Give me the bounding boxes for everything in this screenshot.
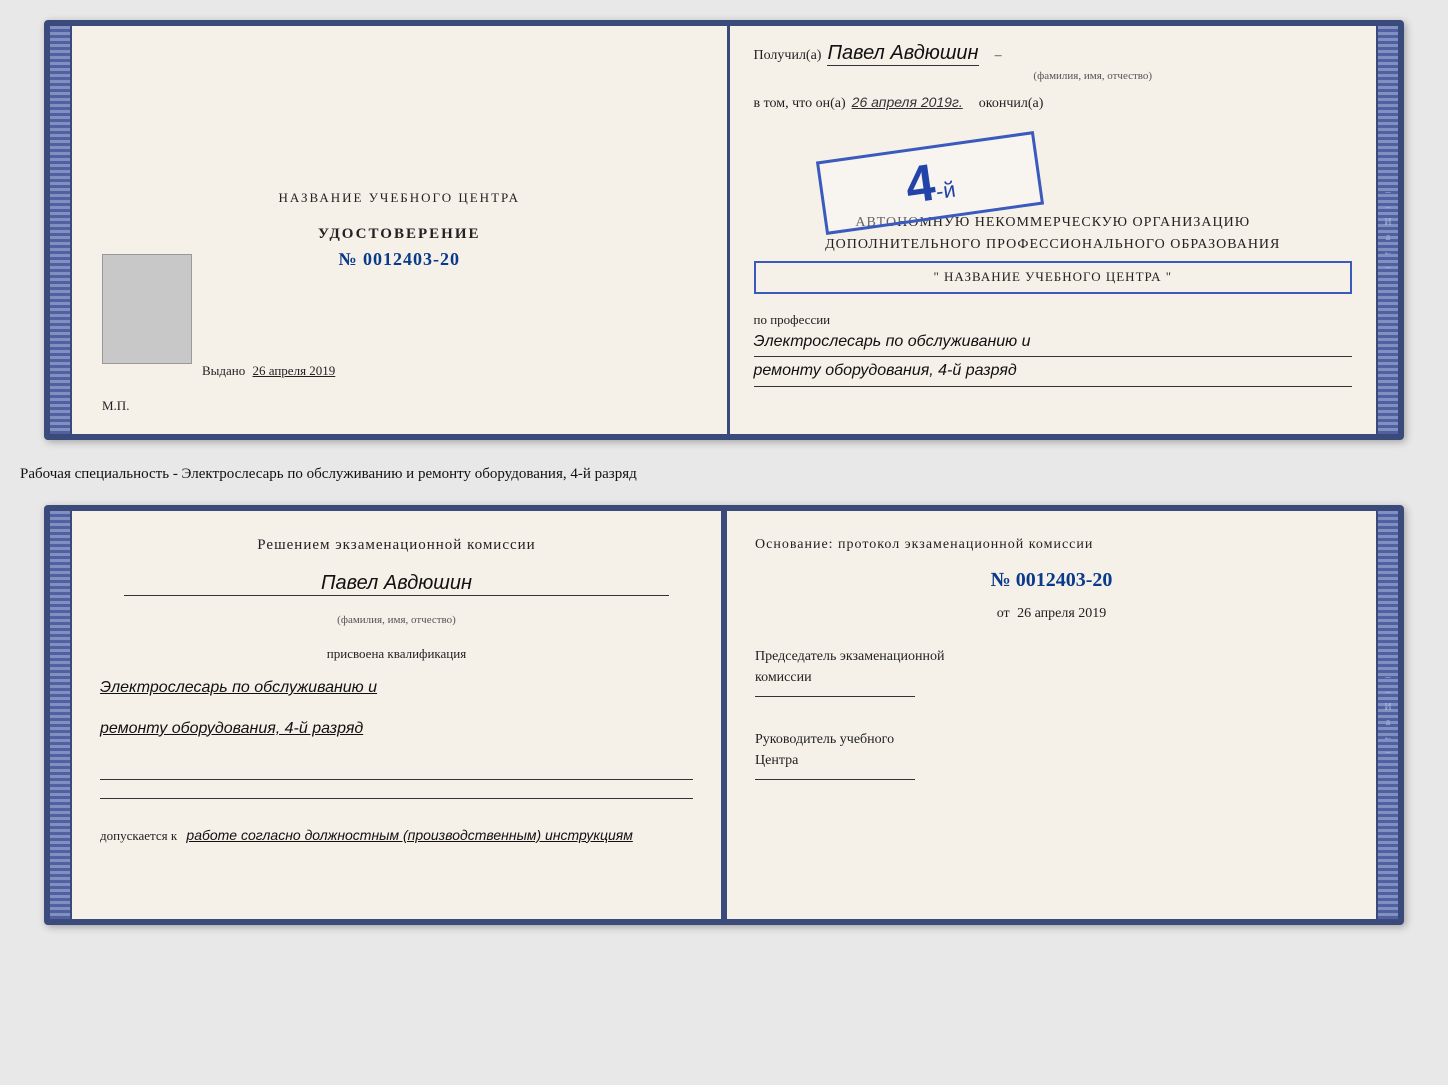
specialty-label: Рабочая специальность - Электрослесарь п…: [20, 458, 1428, 487]
document-top: НАЗВАНИЕ УЧЕБНОГО ЦЕНТРА УДОСТОВЕРЕНИЕ №…: [44, 20, 1404, 440]
predsedatel-line2: комиссии: [755, 667, 1348, 688]
spine-b-mark-3: И: [1384, 702, 1391, 713]
protocol-date-value: 26 апреля 2019: [1017, 606, 1106, 621]
spine-mark-1: –: [1386, 187, 1391, 198]
top-doc-left-panel: НАЗВАНИЕ УЧЕБНОГО ЦЕНТРА УДОСТОВЕРЕНИЕ №…: [72, 26, 730, 434]
spine-mark-4: а: [1386, 232, 1390, 243]
add-line-1: [100, 764, 693, 780]
profession-line1-top: Электрослесарь по обслуживанию и: [754, 328, 1353, 358]
fio-label-top: (фамилия, имя, отчество): [834, 70, 1353, 82]
spine-b-mark-1: –: [1386, 672, 1391, 683]
professiya-block: по профессии Электрослесарь по обслужива…: [754, 312, 1353, 388]
protocol-number-bottom: № 0012403-20: [755, 569, 1348, 592]
center-title: НАЗВАНИЕ УЧЕБНОГО ЦЕНТРА: [279, 190, 520, 206]
org-line2: ДОПОЛНИТЕЛЬНОГО ПРОФЕССИОНАЛЬНОГО ОБРАЗО…: [754, 234, 1353, 256]
dopuskaetsya-line: допускается к работе согласно должностны…: [100, 827, 693, 844]
spine-right-top: – – И а ← –: [1376, 26, 1398, 434]
recipient-name: Павел Авдюшин: [827, 42, 978, 66]
osnovanie-title: Основание: протокол экзаменационной коми…: [755, 535, 1348, 555]
top-doc-right-panel: Получил(а) Павел Авдюшин – (фамилия, имя…: [730, 26, 1377, 434]
profession-line1-bottom: Электрослесарь по обслуживанию и: [100, 674, 693, 703]
cert-number-top: № 0012403-20: [338, 249, 460, 270]
spine-mark-2: –: [1386, 202, 1391, 213]
spine-b-mark-4: а: [1386, 717, 1390, 728]
dopusk-text: работе согласно должностным (производств…: [186, 827, 632, 843]
document-bottom: Решением экзаменационной комиссии Павел …: [44, 505, 1404, 925]
spine-b-mark-5: ←: [1383, 732, 1393, 743]
profession-line2-top: ремонту оборудования, 4-й разряд: [754, 357, 1353, 387]
spine-left-bottom: [50, 511, 72, 919]
spine-mark-6: –: [1386, 262, 1391, 273]
additional-lines: [100, 764, 693, 799]
photo-placeholder: [102, 254, 192, 364]
rukovoditel-signature: [755, 779, 915, 780]
profession-line2-bottom: ремонту оборудования, 4-й разряд: [100, 715, 693, 744]
poluchil-prefix: Получил(а): [754, 48, 822, 64]
udostoverenie-block: УДОСТОВЕРЕНИЕ № 0012403-20: [318, 226, 481, 270]
fio-label-bottom: (фамилия, имя, отчество): [100, 614, 693, 626]
okonchil-label: окончил(а): [979, 96, 1044, 112]
ot-prefix: от: [997, 606, 1010, 621]
mp-label: М.П.: [102, 398, 129, 414]
vydano-line: Выдано 26 апреля 2019: [202, 363, 335, 379]
org-name: " НАЗВАНИЕ УЧЕБНОГО ЦЕНТРА ": [754, 261, 1353, 294]
rukovoditel-line1: Руководитель учебного: [755, 729, 1348, 750]
dopuskaetsya-label: допускается к: [100, 828, 177, 843]
vydano-label: Выдано: [202, 363, 245, 378]
spine-left: [50, 26, 72, 434]
bottom-name: Павел Авдюшин: [124, 572, 669, 596]
prisvoena-label: присвоена квалификация: [100, 646, 693, 662]
add-line-2: [100, 783, 693, 799]
spine-b-mark-6: –: [1386, 747, 1391, 758]
vtom-prefix: в том, что он(а): [754, 96, 846, 112]
spine-mark-5: ←: [1383, 247, 1393, 258]
spine-mark-3: И: [1384, 217, 1391, 228]
spine-b-mark-2: –: [1386, 687, 1391, 698]
resheniye-title: Решением экзаменационной комиссии: [100, 535, 693, 556]
vydano-date: 26 апреля 2019: [253, 363, 336, 378]
predsedatel-block: Председатель экзаменационной комиссии: [755, 646, 1348, 701]
po-professii-label: по профессии: [754, 312, 1353, 328]
rukovoditel-block: Руководитель учебного Центра: [755, 729, 1348, 784]
udostoverenie-label: УДОСТОВЕРЕНИЕ: [318, 226, 481, 243]
rukovoditel-line2: Центра: [755, 750, 1348, 771]
vtom-line: в том, что он(а) 26 апреля 2019г. окончи…: [754, 94, 1353, 112]
predsedatel-signature: [755, 696, 915, 697]
spine-right-bottom: – – И а ← –: [1376, 511, 1398, 919]
rank-suffix: -й: [934, 177, 957, 204]
rank-number: 4: [901, 154, 938, 215]
vtom-date: 26 апреля 2019г.: [852, 94, 963, 110]
bottom-doc-left-panel: Решением экзаменационной комиссии Павел …: [72, 511, 724, 919]
bottom-doc-right-panel: Основание: протокол экзаменационной коми…: [724, 511, 1376, 919]
predsedatel-line1: Председатель экзаменационной: [755, 646, 1348, 667]
protocol-date-bottom: от 26 апреля 2019: [755, 606, 1348, 622]
recipient-line: Получил(а) Павел Авдюшин –: [754, 42, 1353, 66]
